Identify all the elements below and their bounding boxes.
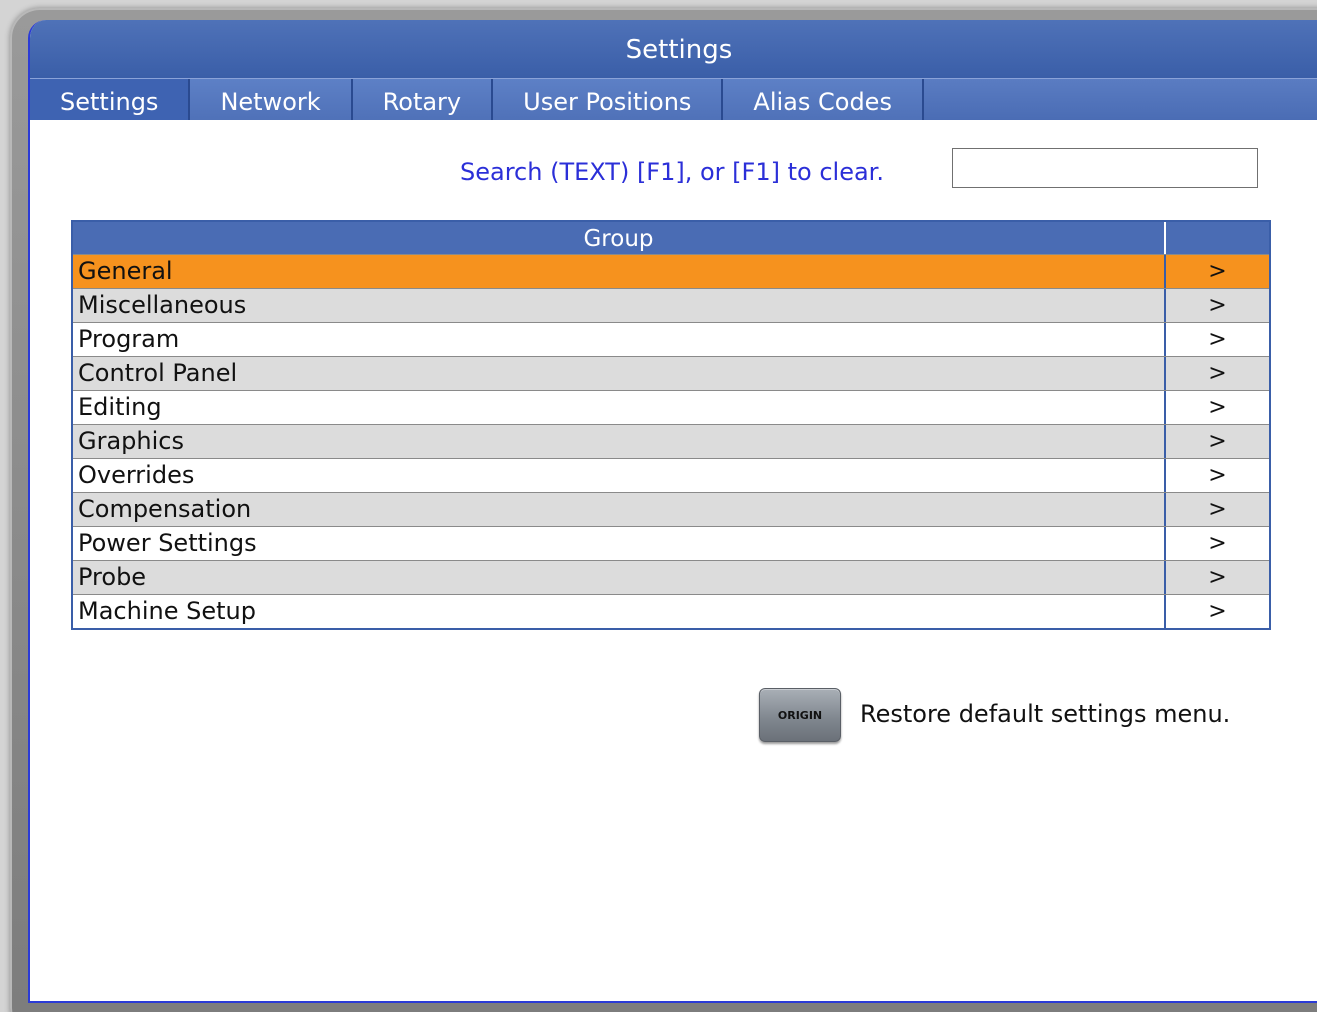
origin-key-button[interactable]: ORIGIN [759,688,841,742]
group-name: Power Settings [73,527,1166,560]
restore-defaults-label: Restore default settings menu. [860,700,1231,728]
arrow-column-header [1166,222,1269,254]
group-name: Program [73,323,1166,356]
group-table-header: Group [73,222,1269,254]
group-column-header: Group [73,222,1166,254]
group-row-general[interactable]: General > [73,254,1269,288]
chevron-right-icon[interactable]: > [1166,459,1269,492]
group-row-program[interactable]: Program > [73,322,1269,356]
group-row-miscellaneous[interactable]: Miscellaneous > [73,288,1269,322]
chevron-right-icon[interactable]: > [1166,289,1269,322]
chevron-right-icon[interactable]: > [1166,323,1269,356]
group-name: Probe [73,561,1166,594]
chevron-right-icon[interactable]: > [1166,595,1269,628]
group-name: General [73,255,1166,288]
group-table: Group General > Miscellaneous > Program … [71,220,1271,630]
group-name: Miscellaneous [73,289,1166,322]
group-row-probe[interactable]: Probe > [73,560,1269,594]
group-row-control-panel[interactable]: Control Panel > [73,356,1269,390]
chevron-right-icon[interactable]: > [1166,391,1269,424]
chevron-right-icon[interactable]: > [1166,255,1269,288]
tab-bar: Settings Network Rotary User Positions A… [30,78,1317,121]
group-row-editing[interactable]: Editing > [73,390,1269,424]
group-row-overrides[interactable]: Overrides > [73,458,1269,492]
settings-content: Search (TEXT) [F1], or [F1] to clear. Gr… [30,120,1317,1001]
group-row-graphics[interactable]: Graphics > [73,424,1269,458]
group-name: Editing [73,391,1166,424]
tab-alias-codes[interactable]: Alias Codes [723,79,924,121]
group-row-compensation[interactable]: Compensation > [73,492,1269,526]
window-title: Settings [30,20,1317,78]
group-name: Graphics [73,425,1166,458]
tab-user-positions[interactable]: User Positions [493,79,724,121]
group-name: Machine Setup [73,595,1166,628]
chevron-right-icon[interactable]: > [1166,527,1269,560]
search-input[interactable] [952,148,1258,188]
chevron-right-icon[interactable]: > [1166,493,1269,526]
chevron-right-icon[interactable]: > [1166,357,1269,390]
group-name: Control Panel [73,357,1166,390]
chevron-right-icon[interactable]: > [1166,561,1269,594]
group-row-power-settings[interactable]: Power Settings > [73,526,1269,560]
tab-rotary[interactable]: Rotary [352,79,494,121]
group-name: Overrides [73,459,1166,492]
group-row-machine-setup[interactable]: Machine Setup > [73,594,1269,628]
tab-settings[interactable]: Settings [30,79,191,121]
group-name: Compensation [73,493,1166,526]
settings-screen: Settings Settings Network Rotary User Po… [28,20,1317,1003]
tab-network[interactable]: Network [190,79,353,121]
search-hint: Search (TEXT) [F1], or [F1] to clear. [460,158,884,186]
chevron-right-icon[interactable]: > [1166,425,1269,458]
